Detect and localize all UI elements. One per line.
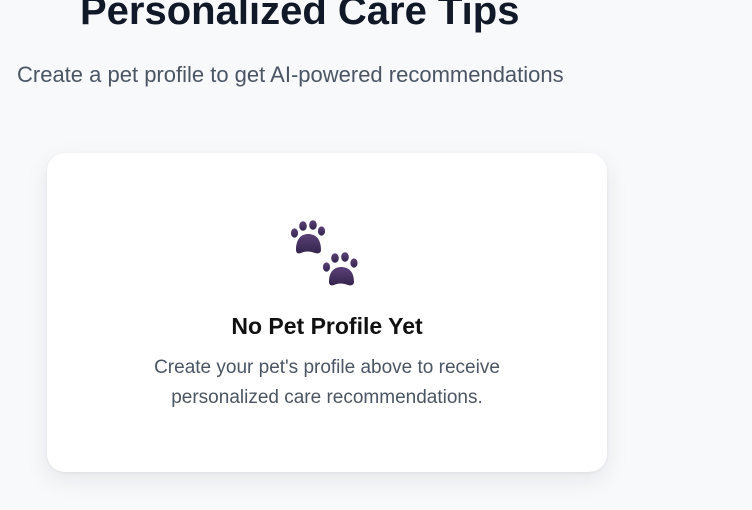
paw-prints-icon (290, 220, 358, 286)
page-subtitle: Create a pet profile to get AI-powered r… (17, 62, 564, 87)
page-title: Personalized Care Tips (80, 0, 520, 33)
empty-state-heading: No Pet Profile Yet (231, 313, 423, 339)
empty-state-card: No Pet Profile Yet Create your pet's pro… (47, 153, 607, 472)
empty-state-message: Create your pet's profile above to recei… (154, 357, 500, 408)
